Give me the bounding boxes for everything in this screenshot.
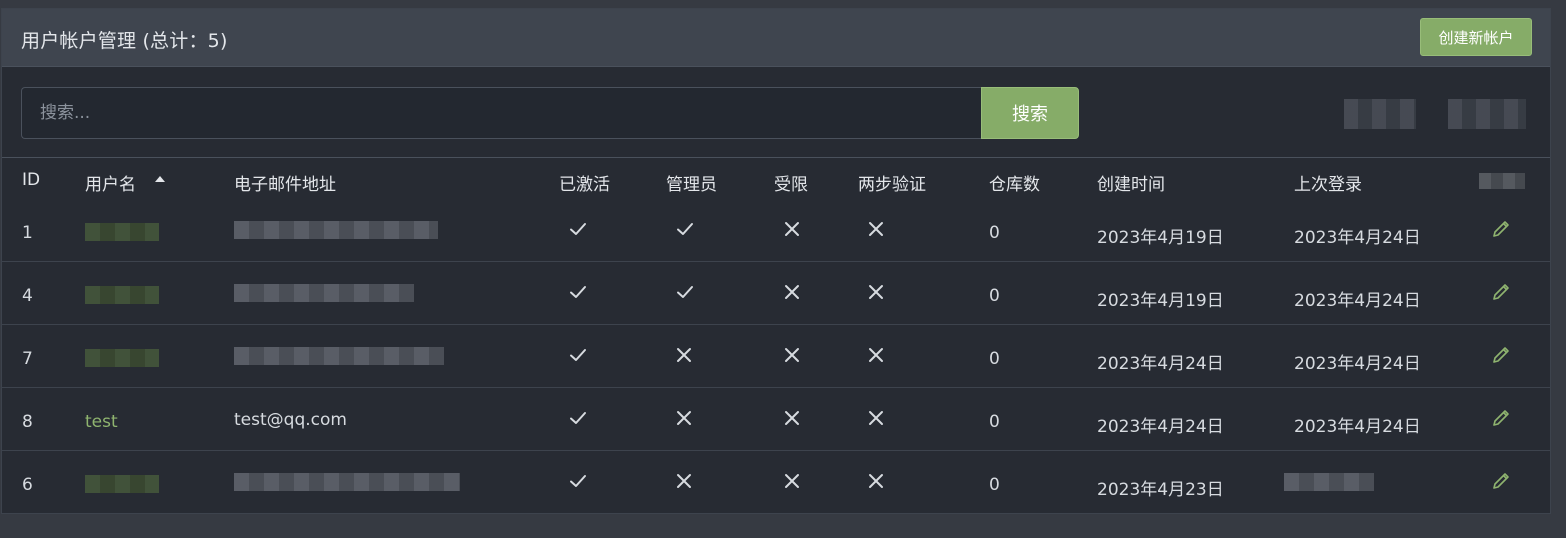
pencil-icon[interactable]: [1491, 471, 1511, 491]
column-header[interactable]: 两步验证: [858, 170, 926, 195]
panel-header: 用户帐户管理 (总计：5) 创建新帐户: [2, 9, 1550, 67]
check-icon: [568, 345, 588, 370]
cross-icon: [675, 472, 693, 495]
column-header[interactable]: 仓库数: [989, 170, 1040, 195]
cell-last-login: 2023年4月24日: [1294, 417, 1421, 437]
cross-icon: [867, 346, 885, 369]
cross-icon: [783, 346, 801, 369]
cell-last-login: 2023年4月24日: [1294, 354, 1421, 374]
cell-id: 1: [22, 223, 33, 243]
cross-icon: [783, 220, 801, 243]
cell-repo-count: 0: [989, 475, 1000, 495]
cell-created: 2023年4月19日: [1097, 291, 1224, 311]
user-accounts-panel: 用户帐户管理 (总计：5) 创建新帐户 搜索 ID 用户名 电子邮件地址 已激活 管理员…: [1, 8, 1551, 514]
cell-last-login: 2023年4月24日: [1294, 291, 1421, 311]
pencil-icon[interactable]: [1491, 345, 1511, 365]
cross-icon: [867, 220, 885, 243]
redacted-email: [234, 284, 414, 302]
sort-ascending-icon: [155, 176, 165, 182]
table-divider: [2, 157, 1550, 158]
cell-id: 4: [22, 286, 33, 306]
redacted-email: [234, 473, 460, 491]
redacted-email: [234, 221, 438, 239]
check-icon: [568, 408, 588, 433]
pencil-icon[interactable]: [1491, 408, 1511, 428]
cell-created: 2023年4月24日: [1097, 417, 1224, 437]
check-icon: [568, 471, 588, 496]
cell-id: 8: [22, 412, 33, 432]
redacted-sort-control[interactable]: [1448, 99, 1526, 129]
redacted-username[interactable]: [85, 223, 159, 241]
cell-created: 2023年4月23日: [1097, 480, 1224, 500]
redacted-last-login: [1284, 473, 1374, 491]
column-header[interactable]: 已激活: [559, 170, 610, 195]
create-account-button[interactable]: 创建新帐户: [1420, 18, 1532, 56]
cell-created: 2023年4月24日: [1097, 354, 1224, 374]
column-header[interactable]: 创建时间: [1097, 170, 1165, 195]
table-row: 4 0 2023年4月19日 2023年4月24日: [2, 262, 1550, 325]
table-row: 1 0 2023年4月19日 2023年4月24日: [2, 199, 1550, 262]
cross-icon: [783, 283, 801, 306]
check-icon: [568, 219, 588, 244]
cell-repo-count: 0: [989, 349, 1000, 369]
page-title: 用户帐户管理 (总计：5): [21, 30, 228, 52]
cross-icon: [675, 409, 693, 432]
cell-created: 2023年4月19日: [1097, 228, 1224, 248]
cross-icon: [783, 409, 801, 432]
cell-repo-count: 0: [989, 412, 1000, 432]
redacted-actions-header: [1479, 173, 1525, 189]
search-input[interactable]: [21, 87, 983, 139]
cell-username[interactable]: test: [85, 412, 118, 432]
search-button[interactable]: 搜索: [981, 87, 1079, 139]
cross-icon: [867, 409, 885, 432]
cross-icon: [783, 472, 801, 495]
redacted-username[interactable]: [85, 286, 159, 304]
table-row: 7 0 2023年4月24日 2023年4月24日: [2, 325, 1550, 388]
column-header[interactable]: 管理员: [666, 170, 717, 195]
cross-icon: [867, 283, 885, 306]
pencil-icon[interactable]: [1491, 219, 1511, 239]
column-header[interactable]: 受限: [774, 170, 808, 195]
redacted-email: [234, 347, 444, 365]
cell-email: test@qq.com: [234, 410, 347, 430]
cross-icon: [867, 472, 885, 495]
redacted-username[interactable]: [85, 475, 159, 493]
column-header[interactable]: 上次登录: [1294, 170, 1362, 195]
cell-last-login: 2023年4月24日: [1294, 228, 1421, 248]
check-icon: [568, 282, 588, 307]
pencil-icon[interactable]: [1491, 282, 1511, 302]
redacted-filter-control[interactable]: [1344, 99, 1416, 129]
cell-repo-count: 0: [989, 223, 1000, 243]
cell-id: 7: [22, 349, 33, 369]
cell-id: 6: [22, 475, 33, 495]
column-header[interactable]: 用户名: [85, 170, 136, 195]
column-header[interactable]: 电子邮件地址: [234, 170, 336, 195]
cross-icon: [675, 346, 693, 369]
redacted-username[interactable]: [85, 349, 159, 367]
cell-repo-count: 0: [989, 286, 1000, 306]
check-icon: [675, 282, 695, 307]
column-header[interactable]: ID: [22, 170, 40, 190]
check-icon: [675, 219, 695, 244]
table-row: 8 test test@qq.com 0 2023年4月24日 2023年4月24日: [2, 388, 1550, 451]
table-row: 6 0 2023年4月23日: [2, 451, 1550, 514]
